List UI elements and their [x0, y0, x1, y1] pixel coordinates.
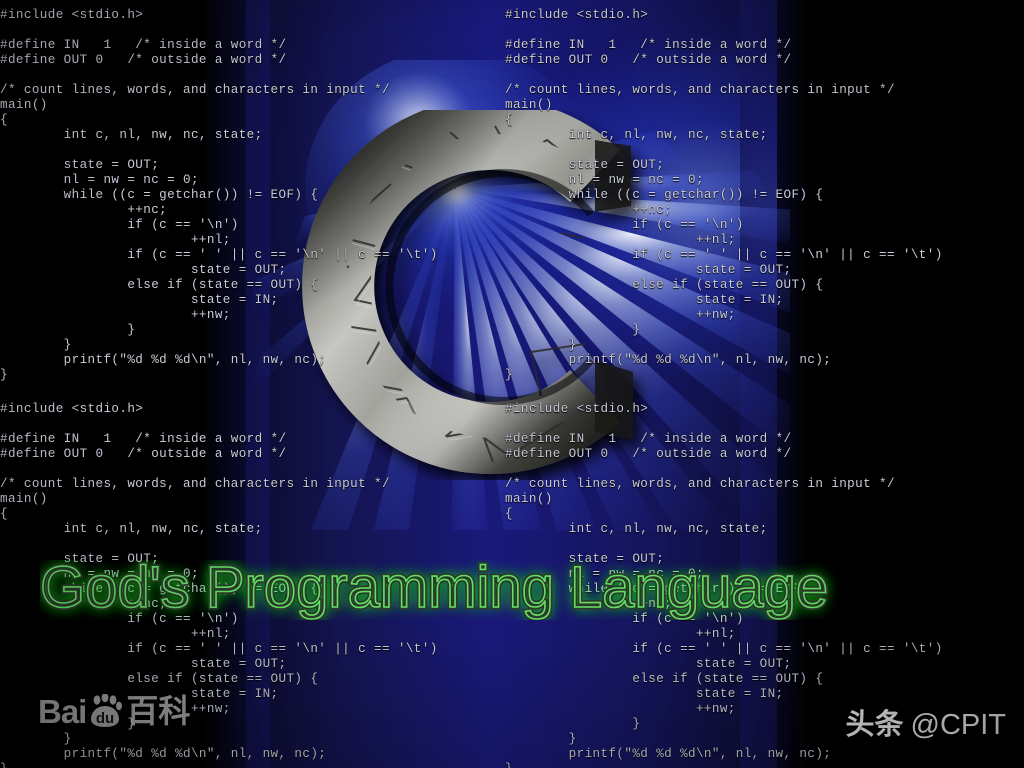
- wallpaper-canvas: #include <stdio.h> #define IN 1 /* insid…: [0, 0, 1024, 768]
- baidu-chinese-text: 百科: [126, 692, 191, 730]
- toutiao-watermark: 头条 @CPIT: [845, 710, 1006, 740]
- svg-text:du: du: [96, 710, 114, 727]
- baidu-baike-watermark: Bai du 百科: [38, 692, 191, 730]
- baidu-paw-icon: du: [88, 693, 123, 728]
- background-zone-blue-middle: [246, 0, 777, 768]
- toutiao-handle-text: @CPIT: [910, 709, 1007, 741]
- background-zone-black-left: [0, 0, 246, 768]
- toutiao-chinese-text: 头条: [845, 707, 904, 741]
- baidu-latin-text: Bai: [38, 692, 87, 730]
- background-zone-black-right: [777, 0, 1024, 768]
